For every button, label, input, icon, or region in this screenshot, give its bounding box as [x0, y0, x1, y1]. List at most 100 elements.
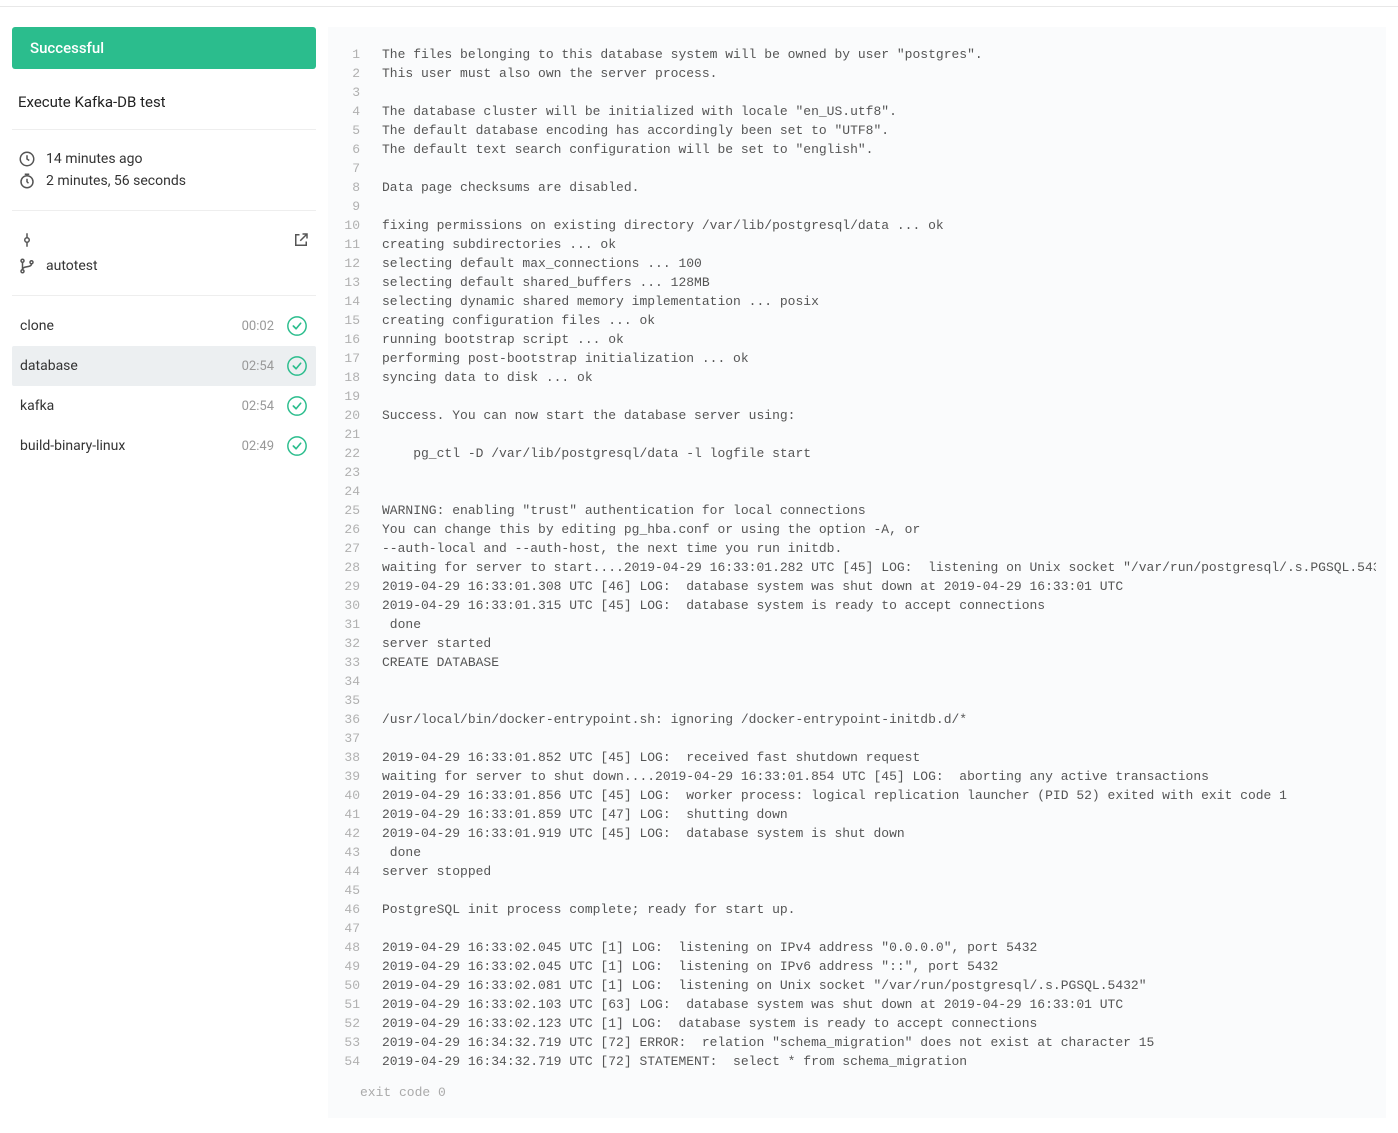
- line-number: 47: [338, 919, 382, 938]
- log-line: 532019-04-29 16:34:32.719 UTC [72] ERROR…: [338, 1033, 1376, 1052]
- line-number: 52: [338, 1014, 382, 1033]
- line-number: 5: [338, 121, 382, 140]
- line-number: 1: [338, 45, 382, 64]
- steps-list: clone00:02database02:54 kafka 02:54 build-b…: [12, 296, 316, 466]
- log-text: 2019-04-29 16:33:01.308 UTC [46] LOG: da…: [382, 577, 1376, 596]
- branch-icon: [18, 257, 36, 275]
- line-number: 41: [338, 805, 382, 824]
- log-text: server started: [382, 634, 1376, 653]
- line-number: 9: [338, 197, 382, 216]
- step-time: 02:54: [242, 399, 274, 414]
- line-number: 20: [338, 406, 382, 425]
- log-text: server stopped: [382, 862, 1376, 881]
- log-line: 37: [338, 729, 1376, 748]
- log-text: [382, 482, 1376, 501]
- line-number: 18: [338, 368, 382, 387]
- log-line: 44server stopped: [338, 862, 1376, 881]
- log-line: 542019-04-29 16:34:32.719 UTC [72] STATE…: [338, 1052, 1376, 1071]
- check-icon: [286, 315, 308, 337]
- log-line: 492019-04-29 16:33:02.045 UTC [1] LOG: l…: [338, 957, 1376, 976]
- meta-age-row: 14 minutes ago: [18, 150, 310, 168]
- line-number: 31: [338, 615, 382, 634]
- exit-code-text: exit code 0: [338, 1085, 1376, 1100]
- log-line: 36/usr/local/bin/docker-entrypoint.sh: i…: [338, 710, 1376, 729]
- log-line: 1The files belonging to this database sy…: [338, 45, 1376, 64]
- log-container[interactable]: 1The files belonging to this database sy…: [338, 45, 1376, 1071]
- line-number: 39: [338, 767, 382, 786]
- log-line: 482019-04-29 16:33:02.045 UTC [1] LOG: l…: [338, 938, 1376, 957]
- log-line: 24: [338, 482, 1376, 501]
- step-row-database[interactable]: database02:54: [12, 346, 316, 386]
- log-text: done: [382, 843, 1376, 862]
- log-line: 402019-04-29 16:33:01.856 UTC [45] LOG: …: [338, 786, 1376, 805]
- log-text: --auth-local and --auth-host, the next t…: [382, 539, 1376, 558]
- check-icon: [286, 355, 308, 377]
- log-line: 8Data page checksums are disabled.: [338, 178, 1376, 197]
- log-text: selecting default shared_buffers ... 128…: [382, 273, 1376, 292]
- log-text: 2019-04-29 16:33:01.859 UTC [47] LOG: sh…: [382, 805, 1376, 824]
- check-icon: [286, 435, 308, 457]
- clock-icon: [18, 150, 36, 168]
- task-title: Execute Kafka-DB test: [12, 91, 316, 130]
- step-row-clone[interactable]: clone00:02: [12, 306, 316, 346]
- log-line: 25WARNING: enabling "trust" authenticati…: [338, 501, 1376, 520]
- log-line: 14selecting dynamic shared memory implem…: [338, 292, 1376, 311]
- step-row-build-binary-linux[interactable]: build-binary-linux02:49: [12, 426, 316, 466]
- log-line: 46PostgreSQL init process complete; read…: [338, 900, 1376, 919]
- log-text: waiting for server to start....2019-04-2…: [382, 558, 1376, 577]
- line-number: 54: [338, 1052, 382, 1071]
- log-line: 11creating subdirectories ... ok: [338, 235, 1376, 254]
- step-label: clone: [20, 318, 54, 334]
- line-number: 24: [338, 482, 382, 501]
- log-line: 39waiting for server to shut down....201…: [338, 767, 1376, 786]
- external-link-icon[interactable]: [292, 231, 310, 249]
- line-number: 51: [338, 995, 382, 1014]
- log-line: 4The database cluster will be initialize…: [338, 102, 1376, 121]
- line-number: 10: [338, 216, 382, 235]
- log-text: 2019-04-29 16:33:02.045 UTC [1] LOG: lis…: [382, 938, 1376, 957]
- line-number: 40: [338, 786, 382, 805]
- log-panel: 1The files belonging to this database sy…: [328, 27, 1386, 1118]
- line-number: 46: [338, 900, 382, 919]
- line-number: 11: [338, 235, 382, 254]
- log-text: 2019-04-29 16:33:01.919 UTC [45] LOG: da…: [382, 824, 1376, 843]
- step-label: build-binary-linux: [20, 438, 125, 454]
- log-line: 7: [338, 159, 1376, 178]
- step-row-kafka[interactable]: kafka 02:54: [12, 386, 316, 426]
- log-text: [382, 729, 1376, 748]
- line-number: 25: [338, 501, 382, 520]
- log-text: 2019-04-29 16:33:02.045 UTC [1] LOG: lis…: [382, 957, 1376, 976]
- log-line: 19: [338, 387, 1376, 406]
- log-text: Data page checksums are disabled.: [382, 178, 1376, 197]
- meta-duration-row: 2 minutes, 56 seconds: [18, 172, 310, 190]
- log-text: [382, 197, 1376, 216]
- links-block: autotest: [12, 211, 316, 296]
- line-number: 15: [338, 311, 382, 330]
- log-text: 2019-04-29 16:33:02.103 UTC [63] LOG: da…: [382, 995, 1376, 1014]
- log-text: [382, 881, 1376, 900]
- line-number: 28: [338, 558, 382, 577]
- line-number: 36: [338, 710, 382, 729]
- log-line: 32server started: [338, 634, 1376, 653]
- log-text: 2019-04-29 16:33:02.123 UTC [1] LOG: dat…: [382, 1014, 1376, 1033]
- sidebar: Successful Execute Kafka-DB test 14 minu…: [0, 7, 328, 1130]
- meta-duration-text: 2 minutes, 56 seconds: [46, 173, 186, 189]
- log-text: The default database encoding has accord…: [382, 121, 1376, 140]
- log-line: 522019-04-29 16:33:02.123 UTC [1] LOG: d…: [338, 1014, 1376, 1033]
- log-text: running bootstrap script ... ok: [382, 330, 1376, 349]
- log-line: 16running bootstrap script ... ok: [338, 330, 1376, 349]
- stopwatch-icon: [18, 172, 36, 190]
- log-line: 512019-04-29 16:33:02.103 UTC [63] LOG: …: [338, 995, 1376, 1014]
- log-text: WARNING: enabling "trust" authentication…: [382, 501, 1376, 520]
- branch-link[interactable]: autotest: [46, 258, 98, 274]
- log-line: 17performing post-bootstrap initializati…: [338, 349, 1376, 368]
- line-number: 48: [338, 938, 382, 957]
- log-text: syncing data to disk ... ok: [382, 368, 1376, 387]
- line-number: 17: [338, 349, 382, 368]
- log-text: 2019-04-29 16:34:32.719 UTC [72] ERROR: …: [382, 1033, 1376, 1052]
- log-line: 20Success. You can now start the databas…: [338, 406, 1376, 425]
- step-label: kafka: [20, 398, 54, 414]
- log-text: Success. You can now start the database …: [382, 406, 1376, 425]
- commit-icon: [18, 231, 36, 249]
- log-text: [382, 463, 1376, 482]
